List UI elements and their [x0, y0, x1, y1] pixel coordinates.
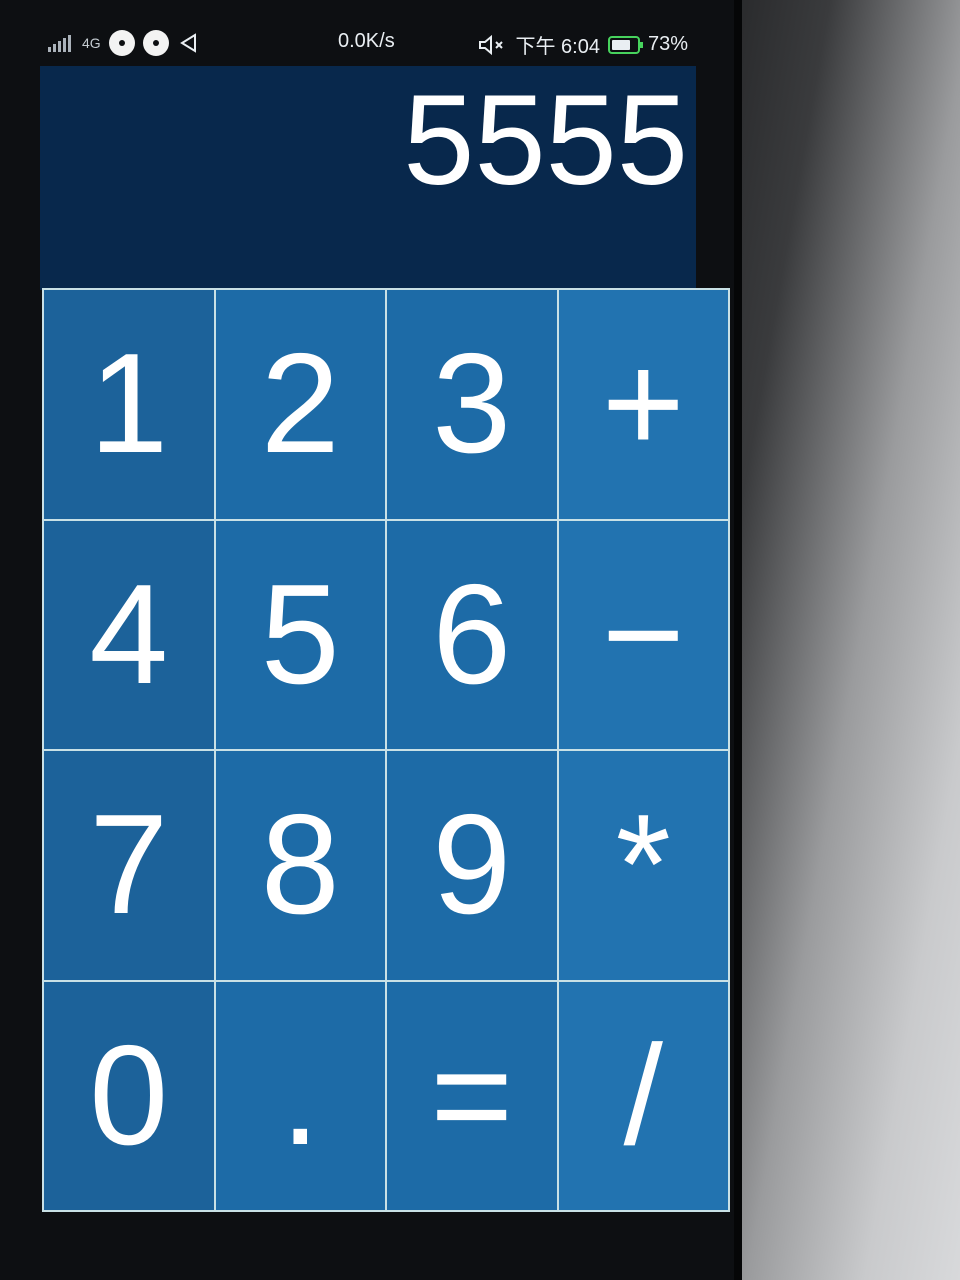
key-label: 4: [89, 554, 169, 714]
signal-icon: [48, 34, 74, 52]
key-label: 8: [260, 785, 340, 945]
key-decimal[interactable]: .: [215, 981, 385, 1210]
key-6[interactable]: 6: [387, 520, 557, 749]
key-7[interactable]: 7: [44, 751, 214, 980]
key-label: .: [280, 1015, 320, 1175]
key-label: 3: [432, 324, 512, 484]
key-label: 2: [260, 324, 340, 484]
key-multiply[interactable]: *: [558, 751, 728, 980]
status-bar: 4G 0.0K/s 下午 6:04 73%: [40, 22, 700, 66]
key-4[interactable]: 4: [44, 520, 214, 749]
network-speed: 0.0K/s: [338, 30, 395, 52]
key-equals[interactable]: =: [387, 981, 557, 1210]
key-2[interactable]: 2: [215, 290, 385, 519]
calculator-display: 5555: [40, 66, 696, 290]
key-label: 6: [432, 554, 512, 714]
key-9[interactable]: 9: [387, 751, 557, 980]
key-divide[interactable]: /: [558, 981, 728, 1210]
mute-icon: [479, 34, 504, 55]
music-disc-icon: [108, 30, 135, 56]
clock: 下午 6:04: [515, 36, 600, 58]
status-left: 4G: [48, 30, 201, 56]
key-minus[interactable]: −: [558, 520, 728, 749]
phone-frame: 4G 0.0K/s 下午 6:04 73% 5555 1 2 3 + 4 5 6…: [0, 0, 742, 1280]
key-label: 7: [89, 785, 169, 945]
status-center: 0.0K/s: [338, 30, 395, 53]
key-label: 9: [432, 785, 512, 945]
key-8[interactable]: 8: [215, 751, 385, 980]
key-plus[interactable]: +: [558, 290, 728, 519]
key-label: 0: [89, 1015, 169, 1175]
key-label: /: [623, 1015, 663, 1175]
key-3[interactable]: 3: [387, 290, 557, 519]
navigation-triangle-icon: [179, 33, 196, 53]
key-label: =: [430, 1015, 514, 1175]
key-1[interactable]: 1: [44, 290, 214, 519]
key-label: 1: [89, 324, 169, 484]
key-5[interactable]: 5: [215, 520, 385, 749]
key-label: 5: [260, 554, 340, 714]
music-disc-icon: [142, 30, 169, 56]
key-label: *: [615, 785, 671, 945]
calculator-keypad: 1 2 3 + 4 5 6 − 7 8 9 * 0 . = /: [42, 288, 730, 1212]
key-0[interactable]: 0: [44, 981, 214, 1210]
network-type: 4G: [82, 35, 101, 51]
key-label: +: [601, 324, 685, 484]
battery-icon: [607, 35, 643, 54]
status-right: 下午 6:04 73%: [477, 30, 688, 59]
display-value: 5555: [403, 69, 688, 212]
battery-percent: 73%: [647, 33, 688, 55]
key-label: −: [601, 554, 685, 714]
